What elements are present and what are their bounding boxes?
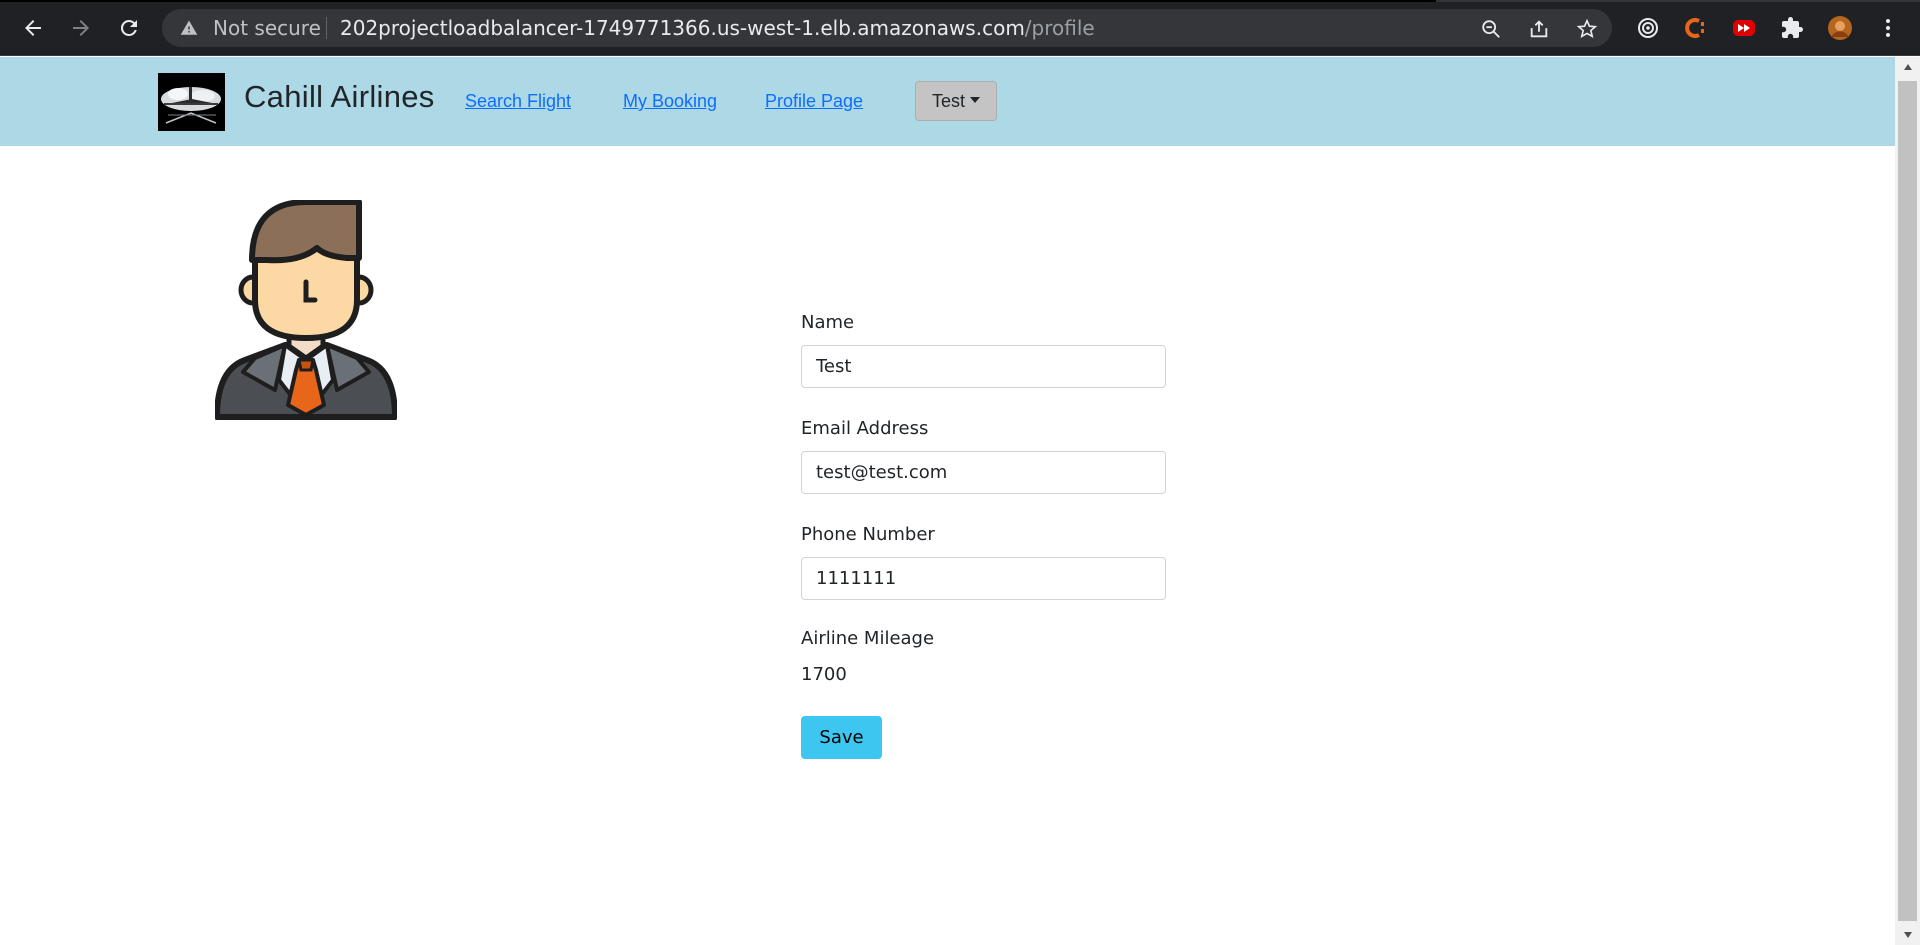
warning-icon — [180, 20, 198, 35]
tab-strip-edge — [0, 0, 1920, 2]
name-label: Name — [801, 312, 855, 333]
triangle-up-icon — [1903, 64, 1912, 70]
nav-link-my-booking[interactable]: My Booking — [623, 91, 717, 112]
puzzle-icon — [1782, 17, 1803, 38]
triangle-down-icon — [1903, 932, 1912, 938]
fast-forward-icon — [1733, 20, 1755, 36]
kebab-menu-icon — [1886, 19, 1890, 37]
email-field[interactable]: test@test.com — [801, 451, 1166, 494]
user-menu-label: Test — [931, 90, 965, 111]
site-navbar: Cahill Airlines Search Flight My Booking… — [0, 57, 1895, 146]
page-scrollbar[interactable] — [1895, 57, 1920, 945]
email-label: Email Address — [801, 418, 929, 439]
airline-logo[interactable] — [158, 73, 225, 131]
address-divider — [326, 17, 327, 39]
name-field[interactable]: Test — [801, 345, 1166, 388]
caret-down-icon — [970, 96, 980, 103]
bookmark-star-icon[interactable] — [1576, 18, 1598, 40]
mileage-label: Airline Mileage — [801, 628, 935, 649]
url-path: /profile — [1024, 16, 1095, 40]
url-text[interactable]: 202projectloadbalancer-1749771366.us-wes… — [340, 17, 1095, 39]
user-menu-dropdown[interactable]: Test — [915, 81, 997, 121]
profile-avatar-button[interactable] — [1826, 14, 1854, 42]
nav-link-search-flight[interactable]: Search Flight — [465, 91, 571, 112]
airplane-logo-icon — [158, 73, 225, 131]
target-icon — [1638, 18, 1658, 38]
forward-button[interactable] — [67, 14, 95, 42]
phone-field[interactable]: 1111111 — [801, 557, 1166, 600]
c-logo-icon — [1685, 18, 1704, 38]
extensions-menu-button[interactable] — [1778, 14, 1806, 42]
zoom-out-icon[interactable] — [1480, 18, 1502, 40]
phone-label: Phone Number — [801, 524, 935, 545]
user-avatar-icon — [1828, 16, 1852, 40]
profile-avatar-illustration — [215, 200, 397, 420]
browser-menu-button[interactable] — [1874, 14, 1902, 42]
brand-title[interactable]: Cahill Airlines — [244, 79, 435, 115]
nav-link-profile-page[interactable]: Profile Page — [765, 91, 863, 112]
extension-c-button[interactable] — [1682, 14, 1710, 42]
arrow-right-icon — [73, 20, 89, 36]
save-button[interactable]: Save — [801, 716, 882, 759]
back-button[interactable] — [19, 14, 47, 42]
scroll-up-arrow[interactable] — [1895, 57, 1920, 77]
extension-video-button[interactable] — [1730, 14, 1758, 42]
scrollbar-thumb[interactable] — [1898, 81, 1917, 921]
url-host: 202projectloadbalancer-1749771366.us-wes… — [340, 16, 1025, 40]
share-icon[interactable] — [1528, 18, 1550, 40]
reload-button[interactable] — [115, 14, 143, 42]
arrow-left-icon — [25, 20, 41, 36]
scroll-down-arrow[interactable] — [1895, 925, 1920, 945]
security-indicator[interactable]: Not secure — [213, 17, 321, 39]
mileage-value: 1700 — [801, 664, 847, 685]
reload-icon — [120, 19, 137, 36]
extension-target-button[interactable] — [1634, 14, 1662, 42]
address-bar[interactable]: Not secure 202projectloadbalancer-174977… — [162, 9, 1612, 47]
browser-toolbar: Not secure 202projectloadbalancer-174977… — [0, 0, 1920, 56]
